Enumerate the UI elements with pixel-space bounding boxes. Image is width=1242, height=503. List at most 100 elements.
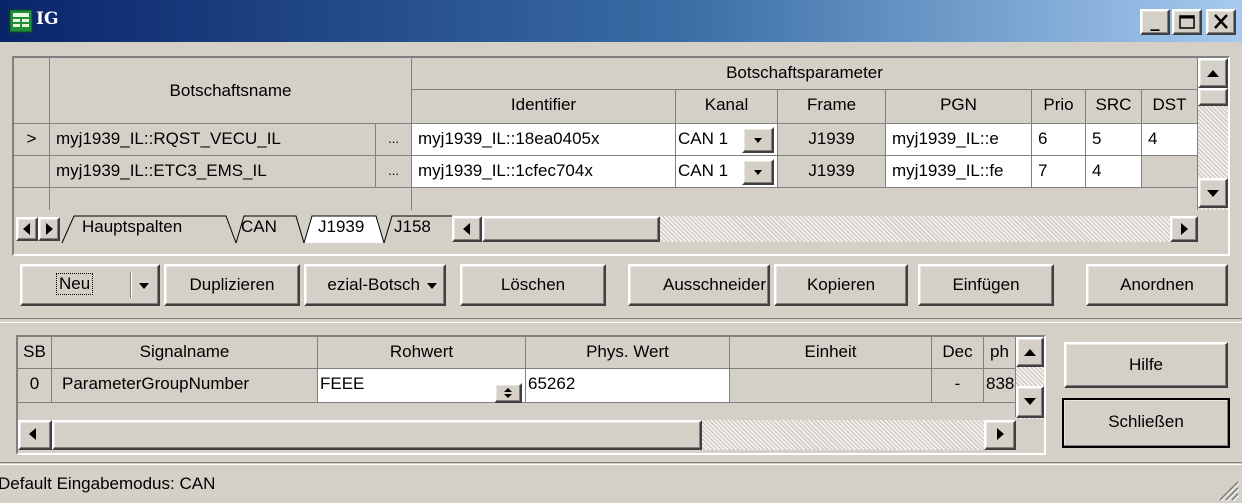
empty-row [412,188,1198,210]
row-indicator[interactable]: > [14,124,50,156]
grid-horizontal-scroll-track[interactable] [660,216,1170,242]
src-cell[interactable]: 4 [1086,156,1142,188]
column-header-rohwert[interactable]: Rohwert [318,337,526,369]
dst-cell[interactable]: 4 [1142,124,1198,156]
signal-scroll-down-button[interactable] [1016,386,1044,418]
signal-horizontal-scroll-thumb[interactable] [52,420,702,450]
column-header-dec[interactable]: Dec [932,337,984,369]
column-header-signalname[interactable]: Signalname [52,337,318,369]
kanal-dropdown-button[interactable] [742,127,774,153]
message-name-cell[interactable]: myj1939_IL::ETC3_EMS_IL [50,156,376,188]
minimize-button[interactable]: _ [1140,9,1170,35]
ph-cell[interactable]: 838 [984,369,1016,403]
pgn-cell[interactable]: myj1939_IL::fe [886,156,1032,188]
column-header-kanal[interactable]: Kanal [676,90,778,124]
grid-scroll-right-button[interactable] [1170,216,1198,242]
dec-cell[interactable]: - [932,369,984,403]
rohwert-spinner[interactable] [494,383,522,403]
identifier-cell[interactable]: myj1939_IL::18ea0405x [412,124,676,156]
pane-splitter[interactable] [0,318,1242,323]
column-header-phys-wert[interactable]: Phys. Wert [526,337,730,369]
tab-j1587[interactable]: J158 [394,217,446,237]
column-header-frame[interactable]: Frame [778,90,886,124]
frame-cell[interactable]: J1939 [778,124,886,156]
prio-cell[interactable]: 6 [1032,124,1086,156]
anordnen-label: Anordnen [1120,275,1194,294]
tab-j1939[interactable]: J1939 [318,217,364,237]
grid-corner [14,58,50,124]
chevron-down-icon [754,170,762,175]
triangle-right-icon [997,428,1004,440]
kanal-value: CAN 1 [678,161,729,180]
minimize-icon: _ [1150,11,1160,32]
maximize-button[interactable] [1172,9,1202,35]
pgn-cell[interactable]: myj1939_IL::e [886,124,1032,156]
tab-hauptspalten[interactable]: Hauptspalten [82,217,182,237]
hilfe-button[interactable]: Hilfe [1064,342,1228,388]
schliessen-button[interactable]: Schließen [1062,398,1230,448]
maximize-icon [1179,15,1195,29]
row-indicator[interactable] [14,156,50,188]
kopieren-button[interactable]: Kopieren [774,264,908,306]
chevron-down-icon[interactable] [136,274,154,296]
column-header-prio[interactable]: Prio [1032,90,1086,124]
triangle-right-icon [46,223,53,235]
column-header-dst[interactable]: DST [1142,90,1198,124]
phys-wert-field[interactable]: 65262 [526,369,730,403]
empty-row [14,188,50,210]
triangle-down-icon [1024,398,1036,405]
triangle-left-icon [463,223,470,235]
frame-cell[interactable]: J1939 [778,156,886,188]
prio-cell[interactable]: 7 [1032,156,1086,188]
sb-cell[interactable]: 0 [18,369,52,403]
scroll-up-button[interactable] [1198,58,1228,88]
window-title: IG [36,9,59,29]
spezial-botschaft-button[interactable]: ezial-Botsch [304,264,446,306]
empty-row [50,188,412,210]
column-header-ph[interactable]: ph [984,337,1016,369]
scroll-down-button[interactable] [1198,178,1228,208]
ausschneiden-label: Ausschneider [662,275,766,294]
column-header-botschaftsname[interactable]: Botschaftsname [50,58,412,124]
close-icon [1214,14,1228,29]
tab-scroll-right-button[interactable] [38,217,60,241]
title-bar[interactable] [0,0,1242,42]
duplizieren-button[interactable]: Duplizieren [164,264,300,306]
anordnen-button[interactable]: Anordnen [1086,264,1228,306]
scroll-thumb[interactable] [1198,88,1228,106]
close-button[interactable] [1206,9,1236,35]
signal-scroll-up-button[interactable] [1016,337,1044,367]
kanal-value: CAN 1 [678,129,729,148]
column-header-identifier[interactable]: Identifier [412,90,676,124]
einfuegen-button[interactable]: Einfügen [918,264,1054,306]
message-name-ellipsis-button[interactable]: ... [376,124,412,156]
einheit-cell[interactable] [730,369,932,403]
neu-button[interactable]: Neu [26,270,128,300]
ausschneiden-button[interactable]: Ausschneider [628,264,770,306]
signal-scroll-left-button[interactable] [18,420,52,450]
message-name-cell[interactable]: myj1939_IL::RQST_VECU_IL [50,124,376,156]
tab-scroll-left-button[interactable] [16,217,38,241]
message-name-ellipsis-button[interactable]: ... [376,156,412,188]
neu-split-button[interactable]: Neu [20,264,160,306]
app-icon [9,9,33,33]
column-header-einheit[interactable]: Einheit [730,337,932,369]
src-cell[interactable]: 5 [1086,124,1142,156]
tab-can[interactable]: CAN [241,217,277,237]
spezial-botschaft-label: ezial-Botsch [327,275,420,294]
signal-horizontal-scroll-track[interactable] [702,420,984,450]
identifier-cell[interactable]: myj1939_IL::1cfec704x [412,156,676,188]
column-header-pgn[interactable]: PGN [886,90,1032,124]
triangle-down-icon [1207,190,1219,197]
signalname-cell[interactable]: ParameterGroupNumber [52,369,318,403]
column-header-src[interactable]: SRC [1086,90,1142,124]
kanal-dropdown-button[interactable] [742,159,774,185]
grid-scroll-left-button[interactable] [452,216,482,242]
grid-horizontal-scroll-thumb[interactable] [482,216,660,242]
resize-grip-icon[interactable] [1214,476,1240,502]
column-header-sb[interactable]: SB [18,337,52,369]
status-separator [0,462,1242,465]
loeschen-button[interactable]: Löschen [460,264,606,306]
dst-cell[interactable] [1142,156,1198,188]
signal-scroll-right-button[interactable] [984,420,1016,450]
